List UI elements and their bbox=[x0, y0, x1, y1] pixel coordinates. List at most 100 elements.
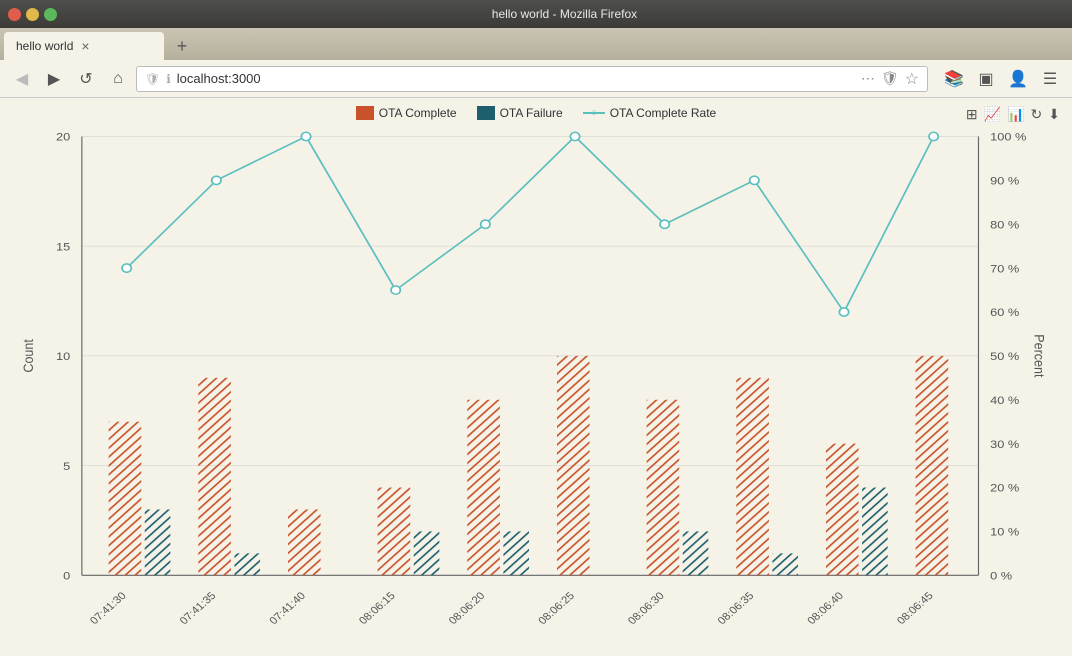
bar-complete-6 bbox=[647, 400, 680, 576]
svg-text:08:06:45: 08:06:45 bbox=[895, 590, 936, 627]
bar-failure-0 bbox=[145, 509, 171, 575]
svg-text:07:41:40: 07:41:40 bbox=[267, 590, 308, 627]
hamburger-menu[interactable]: ☰ bbox=[1036, 65, 1064, 93]
svg-text:Percent: Percent bbox=[1031, 334, 1047, 377]
legend-failure-label: OTA Failure bbox=[500, 106, 563, 120]
reload-button[interactable]: ↺ bbox=[72, 65, 100, 93]
svg-text:20 %: 20 % bbox=[990, 481, 1019, 494]
svg-text:08:06:35: 08:06:35 bbox=[716, 590, 757, 627]
navbar: ◀ ▶ ↺ ⌂ 🛡 ℹ localhost:3000 ⋯ 🛡 ☆ 📚 ▣ 👤 ☰ bbox=[0, 60, 1072, 98]
security-icon: 🛡 bbox=[145, 72, 160, 86]
window-title: hello world - Mozilla Firefox bbox=[65, 7, 1064, 21]
rate-dot-6 bbox=[660, 220, 669, 228]
tab-close-button[interactable]: × bbox=[81, 38, 89, 54]
bar-failure-7 bbox=[772, 553, 798, 575]
chart-svg: 0 5 10 15 20 0 % 10 % 20 % 30 % 40 % 50 … bbox=[12, 126, 1060, 638]
bar-chart-icon[interactable]: 📊 bbox=[1007, 106, 1024, 123]
svg-text:50 %: 50 % bbox=[990, 350, 1019, 363]
tabbar: hello world × + bbox=[0, 28, 1072, 60]
download-icon[interactable]: ⬇ bbox=[1048, 106, 1060, 123]
legend-complete-color bbox=[356, 106, 374, 120]
rate-dot-7 bbox=[750, 176, 759, 184]
line-chart-icon[interactable]: 📈 bbox=[984, 106, 1001, 123]
rate-dot-0 bbox=[122, 264, 131, 272]
svg-text:20: 20 bbox=[56, 130, 70, 143]
rate-line bbox=[127, 136, 934, 312]
table-icon[interactable]: ⊞ bbox=[966, 106, 978, 123]
svg-text:30 %: 30 % bbox=[990, 437, 1019, 450]
svg-text:10 %: 10 % bbox=[990, 525, 1019, 538]
svg-text:40 %: 40 % bbox=[990, 394, 1019, 407]
svg-text:08:06:20: 08:06:20 bbox=[447, 590, 488, 627]
history-icon[interactable]: 📚 bbox=[940, 65, 968, 93]
bar-complete-0 bbox=[109, 422, 142, 576]
content-area: ⊞ 📈 📊 ↻ ⬇ OTA Complete OTA Failure OTA C… bbox=[0, 98, 1072, 656]
rate-dot-9 bbox=[929, 132, 938, 140]
titlebar: hello world - Mozilla Firefox bbox=[0, 0, 1072, 28]
legend-ota-failure: OTA Failure bbox=[477, 106, 563, 120]
close-window-button[interactable] bbox=[8, 8, 21, 21]
legend-ota-complete: OTA Complete bbox=[356, 106, 457, 120]
svg-text:08:06:30: 08:06:30 bbox=[626, 590, 667, 627]
legend-complete-label: OTA Complete bbox=[379, 106, 457, 120]
profile-icon[interactable]: 👤 bbox=[1004, 65, 1032, 93]
minimize-window-button[interactable] bbox=[26, 8, 39, 21]
home-button[interactable]: ⌂ bbox=[104, 65, 132, 93]
forward-button[interactable]: ▶ bbox=[40, 65, 68, 93]
bookmark-button[interactable]: ☆ bbox=[905, 69, 919, 89]
bar-complete-8 bbox=[826, 444, 859, 576]
info-icon: ℹ bbox=[166, 72, 171, 86]
bar-failure-1 bbox=[234, 553, 260, 575]
window-controls bbox=[8, 8, 57, 21]
new-tab-button[interactable]: + bbox=[168, 32, 196, 60]
address-bar[interactable]: 🛡 ℹ localhost:3000 ⋯ 🛡 ☆ bbox=[136, 66, 928, 92]
bar-complete-5 bbox=[557, 356, 590, 575]
svg-text:10: 10 bbox=[56, 350, 70, 363]
bar-failure-3 bbox=[414, 531, 440, 575]
refresh-icon[interactable]: ↻ bbox=[1031, 106, 1043, 123]
svg-text:07:41:35: 07:41:35 bbox=[178, 590, 219, 627]
svg-text:0: 0 bbox=[63, 569, 70, 582]
chart-container: ⊞ 📈 📊 ↻ ⬇ OTA Complete OTA Failure OTA C… bbox=[12, 106, 1060, 648]
bar-failure-4 bbox=[503, 531, 529, 575]
shield-icon: 🛡 bbox=[881, 70, 899, 87]
bar-complete-3 bbox=[378, 488, 411, 576]
bar-complete-7 bbox=[736, 378, 769, 575]
legend-rate-label: OTA Complete Rate bbox=[610, 106, 717, 120]
svg-text:08:06:40: 08:06:40 bbox=[805, 590, 846, 627]
svg-text:80 %: 80 % bbox=[990, 218, 1019, 231]
rate-dot-3 bbox=[391, 286, 400, 294]
svg-text:08:06:25: 08:06:25 bbox=[536, 590, 577, 627]
tab-label: hello world bbox=[16, 39, 73, 53]
svg-text:Count: Count bbox=[20, 339, 36, 373]
svg-text:15: 15 bbox=[56, 240, 70, 253]
bar-complete-9 bbox=[916, 356, 949, 575]
svg-text:07:41:30: 07:41:30 bbox=[88, 590, 129, 627]
maximize-window-button[interactable] bbox=[44, 8, 57, 21]
bar-complete-1 bbox=[198, 378, 231, 575]
browser-tab[interactable]: hello world × bbox=[4, 32, 164, 60]
rate-dot-8 bbox=[839, 308, 848, 316]
bar-complete-2 bbox=[288, 509, 321, 575]
legend-failure-color bbox=[477, 106, 495, 120]
svg-text:60 %: 60 % bbox=[990, 306, 1019, 319]
svg-text:100 %: 100 % bbox=[990, 130, 1026, 143]
rate-dot-2 bbox=[301, 132, 310, 140]
chart-toolbar: ⊞ 📈 📊 ↻ ⬇ bbox=[966, 106, 1060, 123]
sidebar-toggle[interactable]: ▣ bbox=[972, 65, 1000, 93]
bar-failure-8 bbox=[862, 488, 888, 576]
svg-text:90 %: 90 % bbox=[990, 174, 1019, 187]
legend-ota-rate: OTA Complete Rate bbox=[583, 106, 717, 120]
bar-complete-4 bbox=[467, 400, 500, 576]
bar-failure-6 bbox=[683, 531, 709, 575]
svg-text:5: 5 bbox=[63, 459, 70, 472]
chart-legend: OTA Complete OTA Failure OTA Complete Ra… bbox=[12, 106, 1060, 120]
svg-text:08:06:15: 08:06:15 bbox=[357, 590, 398, 627]
svg-text:0 %: 0 % bbox=[990, 569, 1012, 582]
back-button[interactable]: ◀ bbox=[8, 65, 36, 93]
svg-text:70 %: 70 % bbox=[990, 262, 1019, 275]
more-button[interactable]: ⋯ bbox=[861, 70, 875, 87]
rate-dot-5 bbox=[570, 132, 579, 140]
legend-rate-line bbox=[583, 112, 605, 114]
nav-icons-right: 📚 ▣ 👤 ☰ bbox=[940, 65, 1064, 93]
